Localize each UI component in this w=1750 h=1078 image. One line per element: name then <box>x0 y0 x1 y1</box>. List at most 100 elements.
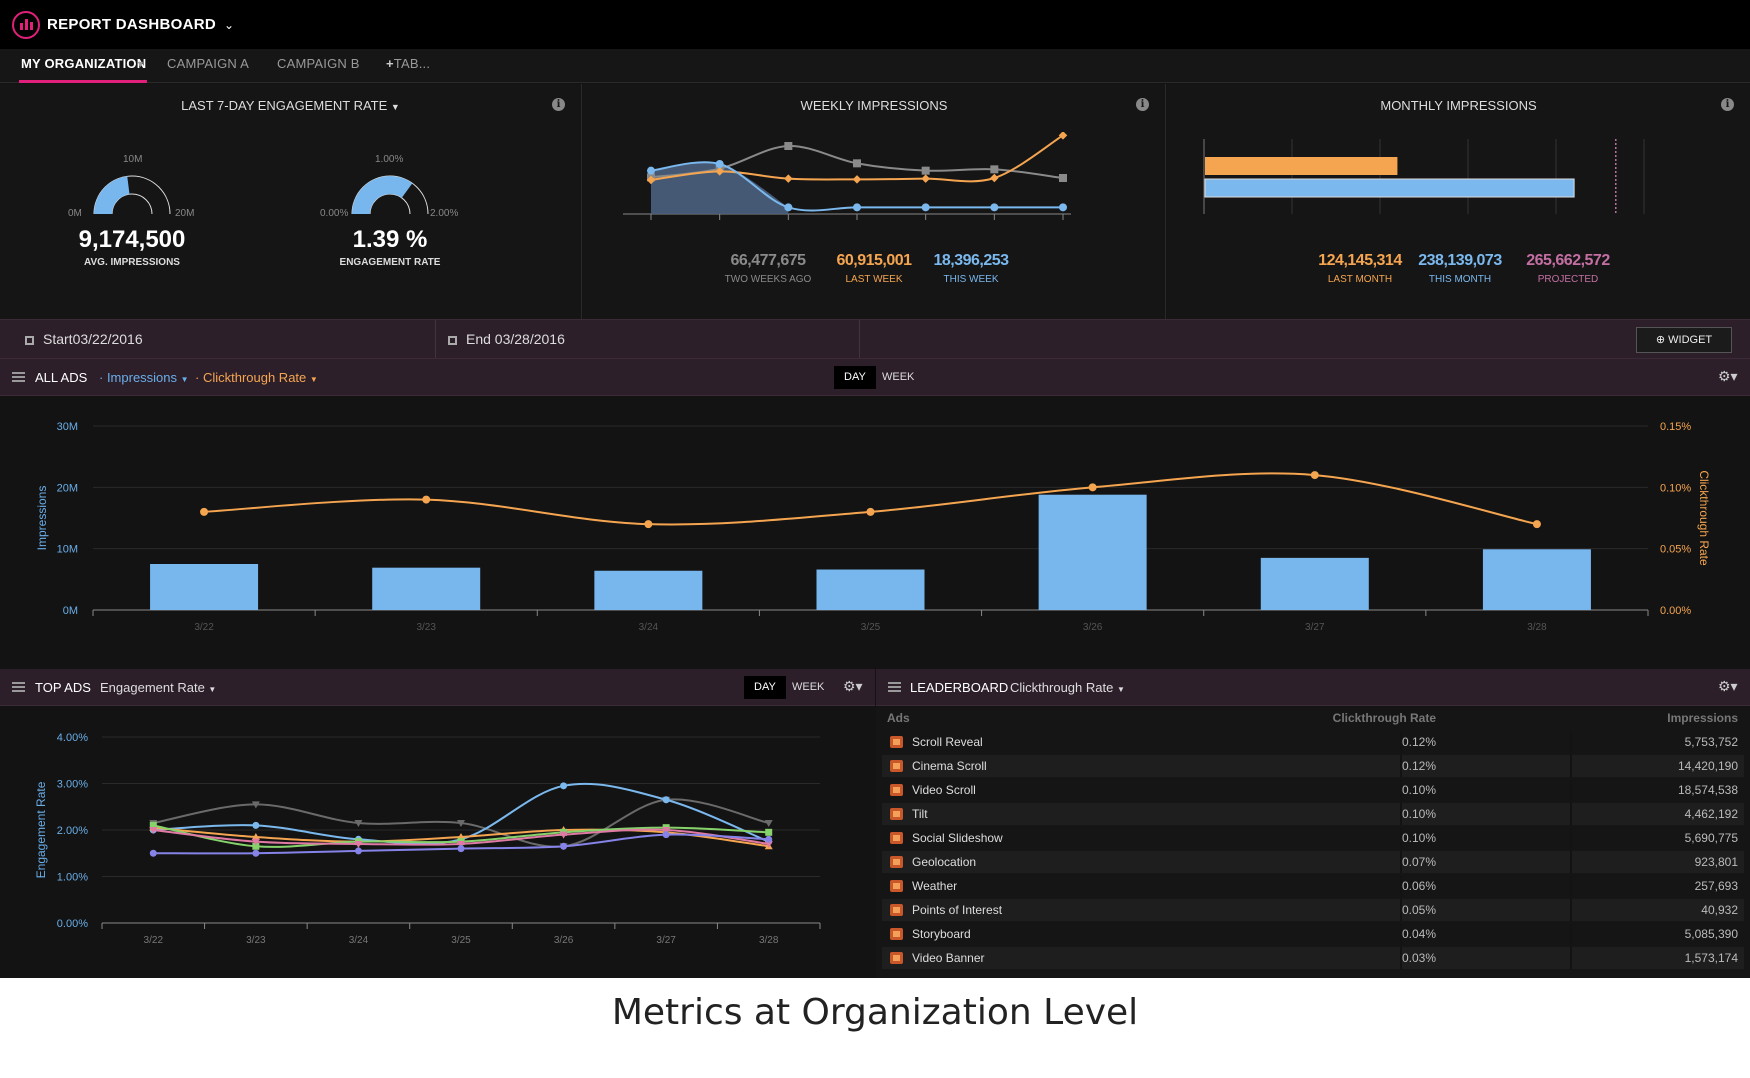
ctr-line <box>204 472 1538 526</box>
ad-name-cell: Video Scroll <box>912 783 976 797</box>
impressions-bar <box>1482 549 1591 610</box>
dashboard-app: REPORT DASHBOARD ⌄ MY ORGANIZATION ▼ CAM… <box>0 0 1750 978</box>
date-range-bar: Start03/22/2016 End 03/28/2016 ⊕ WIDGET <box>0 319 1750 359</box>
settings-gear-icon[interactable]: ⚙▾ <box>1718 678 1738 695</box>
y-tick-label: 30M <box>57 421 78 433</box>
monthly-impressions-panel: MONTHLY IMPRESSIONS i 124,145,314 LAST M… <box>1167 84 1750 319</box>
ctr-point <box>1088 483 1097 492</box>
calendar-icon <box>25 336 34 345</box>
ad-format-icon <box>890 808 903 820</box>
y2-axis-label: Clickthrough Rate <box>1697 470 1711 566</box>
column-divider <box>1570 851 1572 873</box>
menu-icon[interactable] <box>12 682 25 692</box>
x-tick-label: 3/27 <box>1305 622 1325 633</box>
gauge-top-label: 1.00% <box>375 154 404 165</box>
caret-down-icon: ▼ <box>1116 685 1125 694</box>
info-icon[interactable]: i <box>1721 98 1734 111</box>
bar-chart-icon[interactable] <box>12 10 40 39</box>
tab-my-organization[interactable]: MY ORGANIZATION ▼ <box>19 49 147 83</box>
x-tick-label: 3/22 <box>144 935 164 946</box>
settings-gear-icon[interactable]: ⚙▾ <box>843 678 863 695</box>
add-tab-button[interactable]: +TAB... <box>386 49 430 83</box>
engagement-rate-caption: ENGAGEMENT RATE <box>339 257 441 268</box>
table-row[interactable]: Geolocation 0.07% 923,801 <box>882 851 1744 873</box>
table-row[interactable]: Video Scroll 0.10% 18,574,538 <box>882 779 1744 801</box>
stat-this-week: 18,396,253 THIS WEEK <box>923 252 1019 285</box>
engagement-metric-select[interactable]: Engagement Rate ▼ <box>100 680 216 695</box>
impressions-gauge <box>93 175 171 215</box>
column-divider <box>1400 851 1402 873</box>
y-tick-label: 0M <box>63 605 78 617</box>
gauge-max-label: 20M <box>175 208 195 219</box>
start-date-text: Start03/22/2016 <box>43 331 143 347</box>
start-date-field[interactable]: Start03/22/2016 <box>0 320 436 358</box>
y-tick-label: 1.00% <box>57 872 88 884</box>
table-row[interactable]: Tilt 0.10% 4,462,192 <box>882 803 1744 825</box>
y-axis-label: Impressions <box>35 486 49 551</box>
y-tick-label: 4.00% <box>57 732 88 744</box>
gauge-min-label: 0.00% <box>320 208 349 219</box>
ad-format-icon <box>890 832 903 844</box>
ad-format-icon <box>890 952 903 964</box>
column-header-impressions[interactable]: Impressions <box>1667 711 1738 725</box>
column-header-ctr[interactable]: Clickthrough Rate <box>1333 711 1436 725</box>
caret-down-icon: ▼ <box>390 102 400 112</box>
info-icon[interactable]: i <box>552 98 565 111</box>
table-row[interactable]: Video Banner 0.03% 1,573,174 <box>882 947 1744 969</box>
ctr-point <box>1532 520 1541 529</box>
impressions-cell: 14,420,190 <box>1677 759 1738 773</box>
column-divider <box>1400 947 1402 969</box>
stat-label: LAST MONTH <box>1327 274 1393 285</box>
add-widget-button[interactable]: ⊕ WIDGET <box>1636 327 1732 353</box>
day-toggle[interactable]: DAY <box>744 676 786 699</box>
impressions-cell: 5,753,752 <box>1684 735 1738 749</box>
stat-last-month: 124,145,314 LAST MONTH <box>1305 252 1415 285</box>
impressions-cell: 1,573,174 <box>1684 951 1738 965</box>
week-toggle[interactable]: WEEK <box>782 676 834 699</box>
data-point <box>921 203 930 212</box>
impressions-metric-select[interactable]: · Impressions ▼ <box>99 370 189 385</box>
ad-format-icon <box>890 736 903 748</box>
settings-gear-icon[interactable]: ⚙▾ <box>1718 368 1738 385</box>
tab-campaign-a[interactable]: CAMPAIGN A <box>167 49 249 83</box>
stat-value: 66,477,675 <box>730 252 806 269</box>
table-row[interactable]: Points of Interest 0.05% 40,932 <box>882 899 1744 921</box>
chevron-down-icon[interactable]: ⌄ <box>224 18 234 32</box>
caret-down-icon: ▼ <box>309 375 318 384</box>
table-row[interactable]: Scroll Reveal 0.12% 5,753,752 <box>882 731 1744 753</box>
impressions-bar <box>1038 494 1147 610</box>
weekly-impressions-chart <box>623 132 1071 220</box>
week-toggle[interactable]: WEEK <box>872 366 924 389</box>
x-tick-label: 3/24 <box>639 622 659 633</box>
leaderboard-metric-select[interactable]: Clickthrough Rate ▼ <box>1010 680 1125 695</box>
data-point <box>457 845 465 853</box>
stat-label: TWO WEEKS AGO <box>724 274 812 285</box>
stat-last-week: 60,915,001 LAST WEEK <box>826 252 922 285</box>
table-row[interactable]: Weather 0.06% 257,693 <box>882 875 1744 897</box>
x-tick-label: 3/23 <box>416 622 436 633</box>
ad-name-cell: Tilt <box>912 807 928 821</box>
table-row[interactable]: Social Slideshow 0.10% 5,690,775 <box>882 827 1744 849</box>
stat-value: 265,662,572 <box>1526 252 1610 269</box>
app-title[interactable]: REPORT DASHBOARD <box>47 16 216 33</box>
menu-icon[interactable] <box>888 682 901 692</box>
column-divider <box>1570 779 1572 801</box>
ctr-point <box>644 520 653 529</box>
ctr-metric-select[interactable]: · Clickthrough Rate ▼ <box>195 370 318 385</box>
stat-projected: 265,662,572 PROJECTED <box>1513 252 1623 285</box>
stat-label: THIS MONTH <box>1428 274 1492 285</box>
end-date-field[interactable]: End 03/28/2016 <box>436 320 860 358</box>
tab-campaign-b[interactable]: CAMPAIGN B <box>277 49 360 83</box>
ad-name-cell: Geolocation <box>912 855 977 869</box>
table-row[interactable]: Storyboard 0.04% 5,085,390 <box>882 923 1744 945</box>
data-point <box>252 849 260 857</box>
menu-icon[interactable] <box>12 372 25 382</box>
caret-down-icon[interactable]: ▼ <box>136 49 145 79</box>
column-header-ads[interactable]: Ads <box>887 711 910 725</box>
info-icon[interactable]: i <box>1136 98 1149 111</box>
table-row[interactable]: Cinema Scroll 0.12% 14,420,190 <box>882 755 1744 777</box>
day-toggle[interactable]: DAY <box>834 366 876 389</box>
engagement-gauge <box>351 175 429 215</box>
ad-format-icon <box>890 760 903 772</box>
panel-title[interactable]: LAST 7-DAY ENGAGEMENT RATE ▼ <box>0 98 581 113</box>
